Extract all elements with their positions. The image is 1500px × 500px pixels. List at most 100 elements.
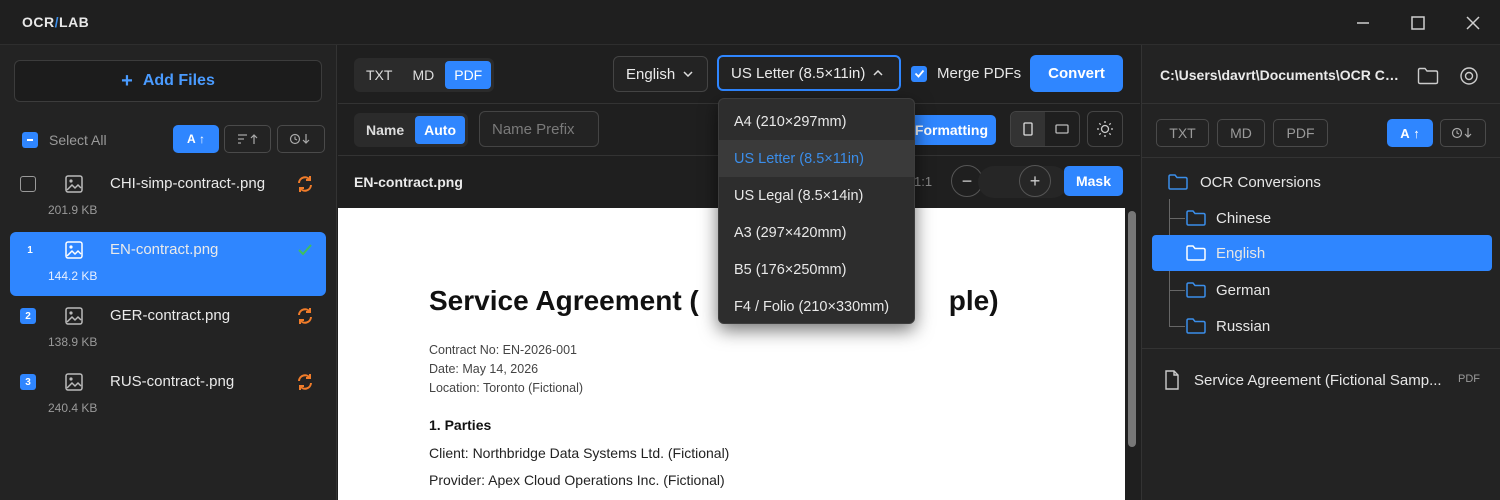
naming-auto-tab[interactable]: Auto bbox=[415, 116, 466, 144]
arrow-up-icon: ↑ bbox=[1413, 125, 1420, 141]
output-sort-time-button[interactable] bbox=[1440, 119, 1486, 147]
image-icon bbox=[65, 373, 83, 391]
arrow-up-icon: ↑ bbox=[199, 132, 205, 146]
select-all-checkbox[interactable] bbox=[22, 132, 38, 148]
mask-button[interactable]: Mask bbox=[1064, 166, 1123, 196]
folder-icon bbox=[1186, 245, 1206, 261]
doc-client-line: Client: Northbridge Data Systems Ltd. (F… bbox=[429, 445, 730, 461]
image-icon bbox=[65, 241, 83, 259]
file-size: 144.2 KB bbox=[48, 269, 98, 283]
doc-provider-line: Provider: Apex Cloud Operations Inc. (Fi… bbox=[429, 472, 725, 488]
scrollbar-thumb[interactable] bbox=[1128, 211, 1136, 447]
output-panel: C:\Users\davrt\Documents\OCR Conversions… bbox=[1141, 45, 1500, 500]
page-size-option-a3[interactable]: A3 (297×420mm) bbox=[719, 214, 914, 251]
preview-file-name: EN-contract.png bbox=[354, 174, 463, 190]
format-selector: TXT MD PDF bbox=[354, 58, 495, 92]
minus-icon: − bbox=[961, 170, 973, 191]
settings-icon[interactable] bbox=[1457, 64, 1481, 88]
tree-folder-russian[interactable]: Russian bbox=[1186, 308, 1486, 344]
format-txt-tab[interactable]: TXT bbox=[357, 61, 401, 89]
folder-icon bbox=[1186, 318, 1206, 334]
file-index: 3 bbox=[20, 374, 36, 390]
landscape-icon[interactable] bbox=[1045, 112, 1079, 146]
check-icon bbox=[298, 244, 312, 256]
file-list-panel: + Add Files Select All A ↑ CHI-simp-cont… bbox=[0, 45, 337, 500]
tree-folder-root[interactable]: OCR Conversions bbox=[1168, 164, 1488, 200]
tree-folder-english[interactable]: English bbox=[1152, 235, 1492, 271]
doc-date: Date: May 14, 2026 bbox=[429, 362, 539, 376]
folder-icon bbox=[1186, 210, 1206, 226]
close-icon[interactable] bbox=[1460, 10, 1486, 36]
doc-contract-no: Contract No: EN-2026-001 bbox=[429, 343, 577, 357]
sort-order-button[interactable] bbox=[224, 125, 271, 153]
doc-location: Location: Toronto (Fictional) bbox=[429, 381, 584, 395]
filter-pdf-tab[interactable]: PDF bbox=[1273, 119, 1328, 147]
page-size-dropdown[interactable]: US Letter (8.5×11in) bbox=[717, 55, 901, 91]
app-logo: OCR/LAB bbox=[22, 14, 90, 30]
maximize-icon[interactable] bbox=[1405, 10, 1431, 36]
filter-md-tab[interactable]: MD bbox=[1217, 119, 1265, 147]
name-prefix-input[interactable] bbox=[479, 111, 599, 147]
plus-icon: + bbox=[121, 70, 133, 92]
file-item-selected[interactable]: 1 EN-contract.png 144.2 KB bbox=[10, 232, 326, 296]
sort-time-button[interactable] bbox=[277, 125, 325, 153]
file-name: GER-contract.png bbox=[110, 307, 231, 324]
naming-mode-selector: Name Auto bbox=[354, 113, 469, 147]
refresh-icon bbox=[298, 308, 312, 324]
tree-connector bbox=[1169, 199, 1185, 219]
zoom-reset-label[interactable]: 1:1 bbox=[914, 174, 932, 189]
image-icon bbox=[65, 307, 83, 325]
select-all-row: Select All A ↑ bbox=[22, 125, 327, 157]
page-size-menu: A4 (210×297mm) US Letter (8.5×11in) US L… bbox=[718, 98, 915, 324]
convert-button[interactable]: Convert bbox=[1030, 55, 1123, 92]
clock-down-icon bbox=[1451, 127, 1472, 139]
divider bbox=[1142, 348, 1500, 349]
page-size-option-us-letter[interactable]: US Letter (8.5×11in) bbox=[719, 140, 914, 177]
output-file-item[interactable]: Service Agreement (Fictional Samp... bbox=[1164, 367, 1484, 393]
tree-connector bbox=[1169, 291, 1185, 327]
language-dropdown[interactable]: English bbox=[613, 56, 708, 92]
zoom-in-button[interactable]: + bbox=[1019, 165, 1051, 197]
file-name: EN-contract.png bbox=[110, 241, 219, 258]
file-item[interactable]: 3 RUS-contract-.png 240.4 KB bbox=[10, 364, 326, 428]
output-sort-name-button[interactable]: A ↑ bbox=[1387, 119, 1433, 147]
output-file-type: PDF bbox=[1458, 373, 1480, 385]
naming-name-tab[interactable]: Name bbox=[357, 116, 413, 144]
page-size-option-a4[interactable]: A4 (210×297mm) bbox=[719, 103, 914, 140]
divider bbox=[1142, 157, 1500, 158]
merge-checkbox[interactable] bbox=[911, 65, 927, 82]
page-size-option-b5[interactable]: B5 (176×250mm) bbox=[719, 251, 914, 288]
file-index: 1 bbox=[27, 244, 33, 256]
refresh-icon bbox=[298, 374, 312, 390]
sort-lines-icon bbox=[237, 134, 257, 144]
image-icon bbox=[65, 175, 83, 193]
tree-connector bbox=[1169, 271, 1185, 291]
merge-pdfs-toggle[interactable]: Merge PDFs bbox=[911, 65, 1021, 82]
orientation-toggle bbox=[1010, 111, 1080, 147]
tree-folder-chinese[interactable]: Chinese bbox=[1186, 200, 1486, 236]
file-checkbox[interactable] bbox=[20, 176, 36, 192]
chevron-down-icon bbox=[683, 71, 693, 77]
folder-icon bbox=[1186, 282, 1206, 298]
file-size: 138.9 KB bbox=[48, 335, 98, 349]
tree-folder-german[interactable]: German bbox=[1186, 272, 1486, 308]
minimize-icon[interactable] bbox=[1350, 10, 1376, 36]
format-md-tab[interactable]: MD bbox=[403, 61, 443, 89]
page-size-option-f4[interactable]: F4 / Folio (210×330mm) bbox=[719, 288, 914, 325]
clock-down-icon bbox=[289, 133, 310, 145]
portrait-icon[interactable] bbox=[1011, 112, 1045, 146]
add-files-button[interactable]: + Add Files bbox=[14, 60, 322, 102]
filter-txt-tab[interactable]: TXT bbox=[1156, 119, 1209, 147]
doc-section-heading: 1. Parties bbox=[429, 417, 492, 433]
document-icon bbox=[1165, 370, 1179, 390]
folder-icon[interactable] bbox=[1416, 64, 1440, 88]
page-size-option-us-legal[interactable]: US Legal (8.5×14in) bbox=[719, 177, 914, 214]
file-item[interactable]: CHI-simp-contract-.png 201.9 KB bbox=[10, 166, 326, 230]
file-size: 240.4 KB bbox=[48, 401, 98, 415]
file-item[interactable]: 2 GER-contract.png 138.9 KB bbox=[10, 298, 326, 362]
format-pdf-tab[interactable]: PDF bbox=[445, 61, 492, 89]
title-bar: OCR/LAB bbox=[0, 0, 1500, 45]
sort-name-asc-button[interactable]: A ↑ bbox=[173, 125, 219, 153]
formatting-button[interactable]: Formatting bbox=[908, 115, 996, 145]
brightness-icon[interactable] bbox=[1087, 111, 1123, 147]
